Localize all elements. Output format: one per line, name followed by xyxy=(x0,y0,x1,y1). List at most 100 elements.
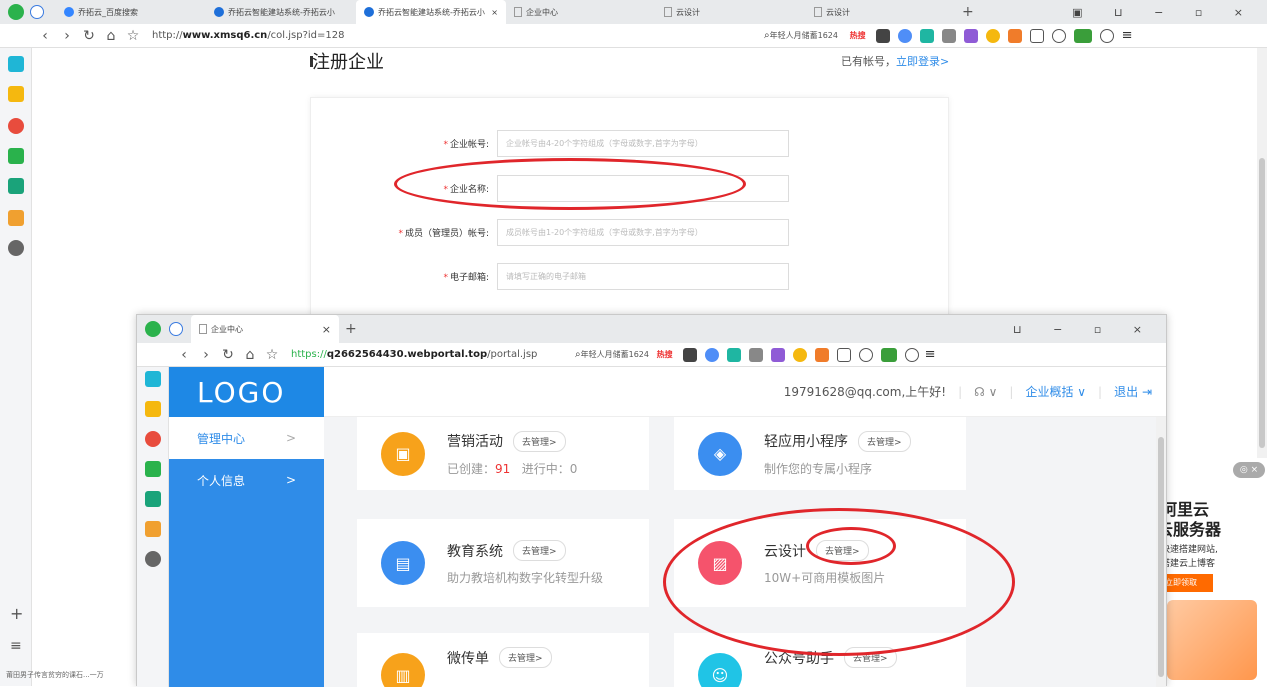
sidebar-menu-icon[interactable]: ≡ xyxy=(10,638,22,654)
inner-search-box[interactable]: 年轻人月储蓄1624 xyxy=(581,349,657,360)
toolbar-ext-icon[interactable] xyxy=(792,347,807,362)
toolbar-ext-icon[interactable] xyxy=(897,28,912,43)
login-link[interactable]: 立即登录> xyxy=(896,55,949,68)
toolbar-ext-icon[interactable] xyxy=(704,347,719,362)
toolbar-ext-icon[interactable] xyxy=(875,28,890,43)
sidebar-item-label: 管理中心 xyxy=(197,431,246,446)
manage-button[interactable]: 去管理> xyxy=(513,430,566,452)
forward-icon[interactable]: › xyxy=(195,347,217,363)
outer-scrollbar[interactable] xyxy=(1257,48,1267,458)
sidebar-plus-icon[interactable]: + xyxy=(10,604,23,623)
close-icon[interactable]: × xyxy=(322,323,331,336)
outer-tab-1[interactable]: 乔拓云_百度搜索 xyxy=(56,0,206,24)
toolbar-ext-icon[interactable] xyxy=(682,347,697,362)
sidebar-loop-icon[interactable] xyxy=(145,491,161,507)
forward-icon[interactable]: › xyxy=(56,28,78,44)
ad-close-button[interactable]: ◎ × xyxy=(1233,462,1265,478)
manage-button[interactable]: 去管理> xyxy=(513,540,566,561)
module-text: 教育系统 去管理> 助力教培机构数字化转型升级 xyxy=(447,540,603,586)
manage-button[interactable]: 去管理> xyxy=(499,647,552,668)
grid-icon[interactable] xyxy=(1029,28,1044,43)
browser-logo-icon[interactable] xyxy=(8,4,24,20)
toolbar-ext-icon[interactable] xyxy=(814,347,829,362)
baidu-icon xyxy=(64,7,74,17)
manage-button[interactable]: 去管理> xyxy=(858,430,911,452)
inner-scrollbar[interactable] xyxy=(1156,417,1166,687)
outer-tab-2[interactable]: 乔拓云智能建站系统-乔拓云小 xyxy=(206,0,356,24)
menu-icon[interactable]: ≡ xyxy=(925,347,936,362)
brightness-icon[interactable] xyxy=(858,347,873,362)
outer-tab-5[interactable]: 云设计 xyxy=(656,0,806,24)
toolbar-ext-icon[interactable] xyxy=(963,28,978,43)
logout-button[interactable]: 退出 ⇥ xyxy=(1114,383,1152,400)
sidebar-panda-icon[interactable] xyxy=(8,240,24,256)
inner-scrollbar-thumb[interactable] xyxy=(1158,437,1164,677)
toolbar-ext-icon[interactable] xyxy=(770,347,785,362)
module-card-mini-program[interactable]: ◈ 轻应用小程序 去管理> 制作您的专属小程序 xyxy=(674,417,966,490)
refresh-icon[interactable]: ↻ xyxy=(78,28,100,44)
window-controls[interactable]: ⊔ − ▫ × xyxy=(1013,323,1156,336)
inner-address-bar[interactable]: https://q2662564430.webportal.top/portal… xyxy=(291,349,561,360)
account-input[interactable]: 企业帐号由4-20个字符组成（字母或数字,首字为字母） xyxy=(497,130,789,157)
undo-icon[interactable] xyxy=(904,347,919,362)
sidebar-add-icon[interactable] xyxy=(145,371,161,387)
new-tab-button[interactable]: + xyxy=(345,321,357,337)
module-desc: 制作您的专属小程序 xyxy=(764,461,873,476)
outer-tab-3[interactable]: 乔拓云智能建站系统-乔拓云小 × xyxy=(356,0,506,24)
navigate-icon[interactable] xyxy=(169,322,183,336)
toolbar-ext-icon[interactable] xyxy=(985,28,1000,43)
refresh-icon[interactable]: ↻ xyxy=(217,347,239,363)
sidebar-panda-icon[interactable] xyxy=(145,551,161,567)
sidebar-item-management[interactable]: 管理中心 > xyxy=(169,417,324,459)
outer-search-box[interactable]: 年轻人月储蓄1624 xyxy=(770,30,850,41)
sidebar-add-icon[interactable] xyxy=(8,56,24,72)
navigate-icon[interactable] xyxy=(30,5,44,19)
sidebar-star-icon[interactable] xyxy=(145,401,161,417)
grid-icon[interactable] xyxy=(836,347,851,362)
outer-tab-6[interactable]: 云设计 xyxy=(806,0,956,24)
sidebar-mail-icon[interactable] xyxy=(145,461,161,477)
status-news[interactable]: 莆田男子传言贫穷的课石...一万 xyxy=(0,664,136,686)
module-card-marketing[interactable]: ▣ 营销活动 去管理> 已创建：91 进行中：0 xyxy=(357,417,649,490)
star-icon[interactable]: ☆ xyxy=(261,347,283,363)
sidebar-loop-icon[interactable] xyxy=(8,178,24,194)
brightness-icon[interactable] xyxy=(1051,28,1066,43)
sidebar-game-icon[interactable] xyxy=(8,210,24,226)
sidebar-weibo-icon[interactable] xyxy=(8,118,24,134)
sidebar-mail-icon[interactable] xyxy=(8,148,24,164)
outer-scrollbar-thumb[interactable] xyxy=(1259,158,1265,448)
toolbar-ext-icon[interactable] xyxy=(726,347,741,362)
new-tab-button[interactable]: + xyxy=(962,4,974,20)
star-icon[interactable]: ☆ xyxy=(122,28,144,44)
hot-search-label[interactable]: 热搜 xyxy=(657,349,673,360)
sidebar-item-profile[interactable]: 个人信息 > xyxy=(169,459,324,501)
menu-icon[interactable]: ≡ xyxy=(1122,28,1133,43)
toolbar-ext-icon[interactable] xyxy=(1007,28,1022,43)
home-icon[interactable]: ⌂ xyxy=(100,28,122,44)
module-card-education[interactable]: ▤ 教育系统 去管理> 助力教培机构数字化转型升级 xyxy=(357,519,649,607)
email-input[interactable]: 请填写正确的电子邮箱 xyxy=(497,263,789,290)
close-icon[interactable]: × xyxy=(491,8,498,17)
sidebar-star-icon[interactable] xyxy=(8,86,24,102)
window-controls[interactable]: ▣ ⊔ − ▫ × xyxy=(1072,6,1257,19)
home-icon[interactable]: ⌂ xyxy=(239,347,261,363)
outer-address-bar[interactable]: http://www.xmsq6.cn/col.jsp?id=128 xyxy=(152,30,752,41)
headset-icon[interactable]: ☊ ∨ xyxy=(974,385,997,399)
toolbar-ext-icon[interactable] xyxy=(919,28,934,43)
scissors-icon[interactable] xyxy=(748,347,763,362)
sidebar-game-icon[interactable] xyxy=(145,521,161,537)
browser-logo-icon[interactable] xyxy=(145,321,161,337)
battery-icon[interactable] xyxy=(1073,28,1092,43)
sidebar-weibo-icon[interactable] xyxy=(145,431,161,447)
module-card-flyer[interactable]: ▥ 微传单 去管理> xyxy=(357,633,649,687)
outer-tab-4[interactable]: 企业中心 xyxy=(506,0,656,24)
admin-account-input[interactable]: 成员帐号由1-20个字符组成（字母或数字,首字为字母） xyxy=(497,219,789,246)
scissors-icon[interactable] xyxy=(941,28,956,43)
hot-search-label[interactable]: 热搜 xyxy=(850,30,866,41)
back-icon[interactable]: ‹ xyxy=(173,347,195,363)
inner-tab-1[interactable]: 企业中心 × xyxy=(191,315,339,343)
battery-icon[interactable] xyxy=(880,347,897,362)
back-icon[interactable]: ‹ xyxy=(34,28,56,44)
undo-icon[interactable] xyxy=(1099,28,1114,43)
overview-dropdown[interactable]: 企业概括 ∨ xyxy=(1025,383,1086,400)
